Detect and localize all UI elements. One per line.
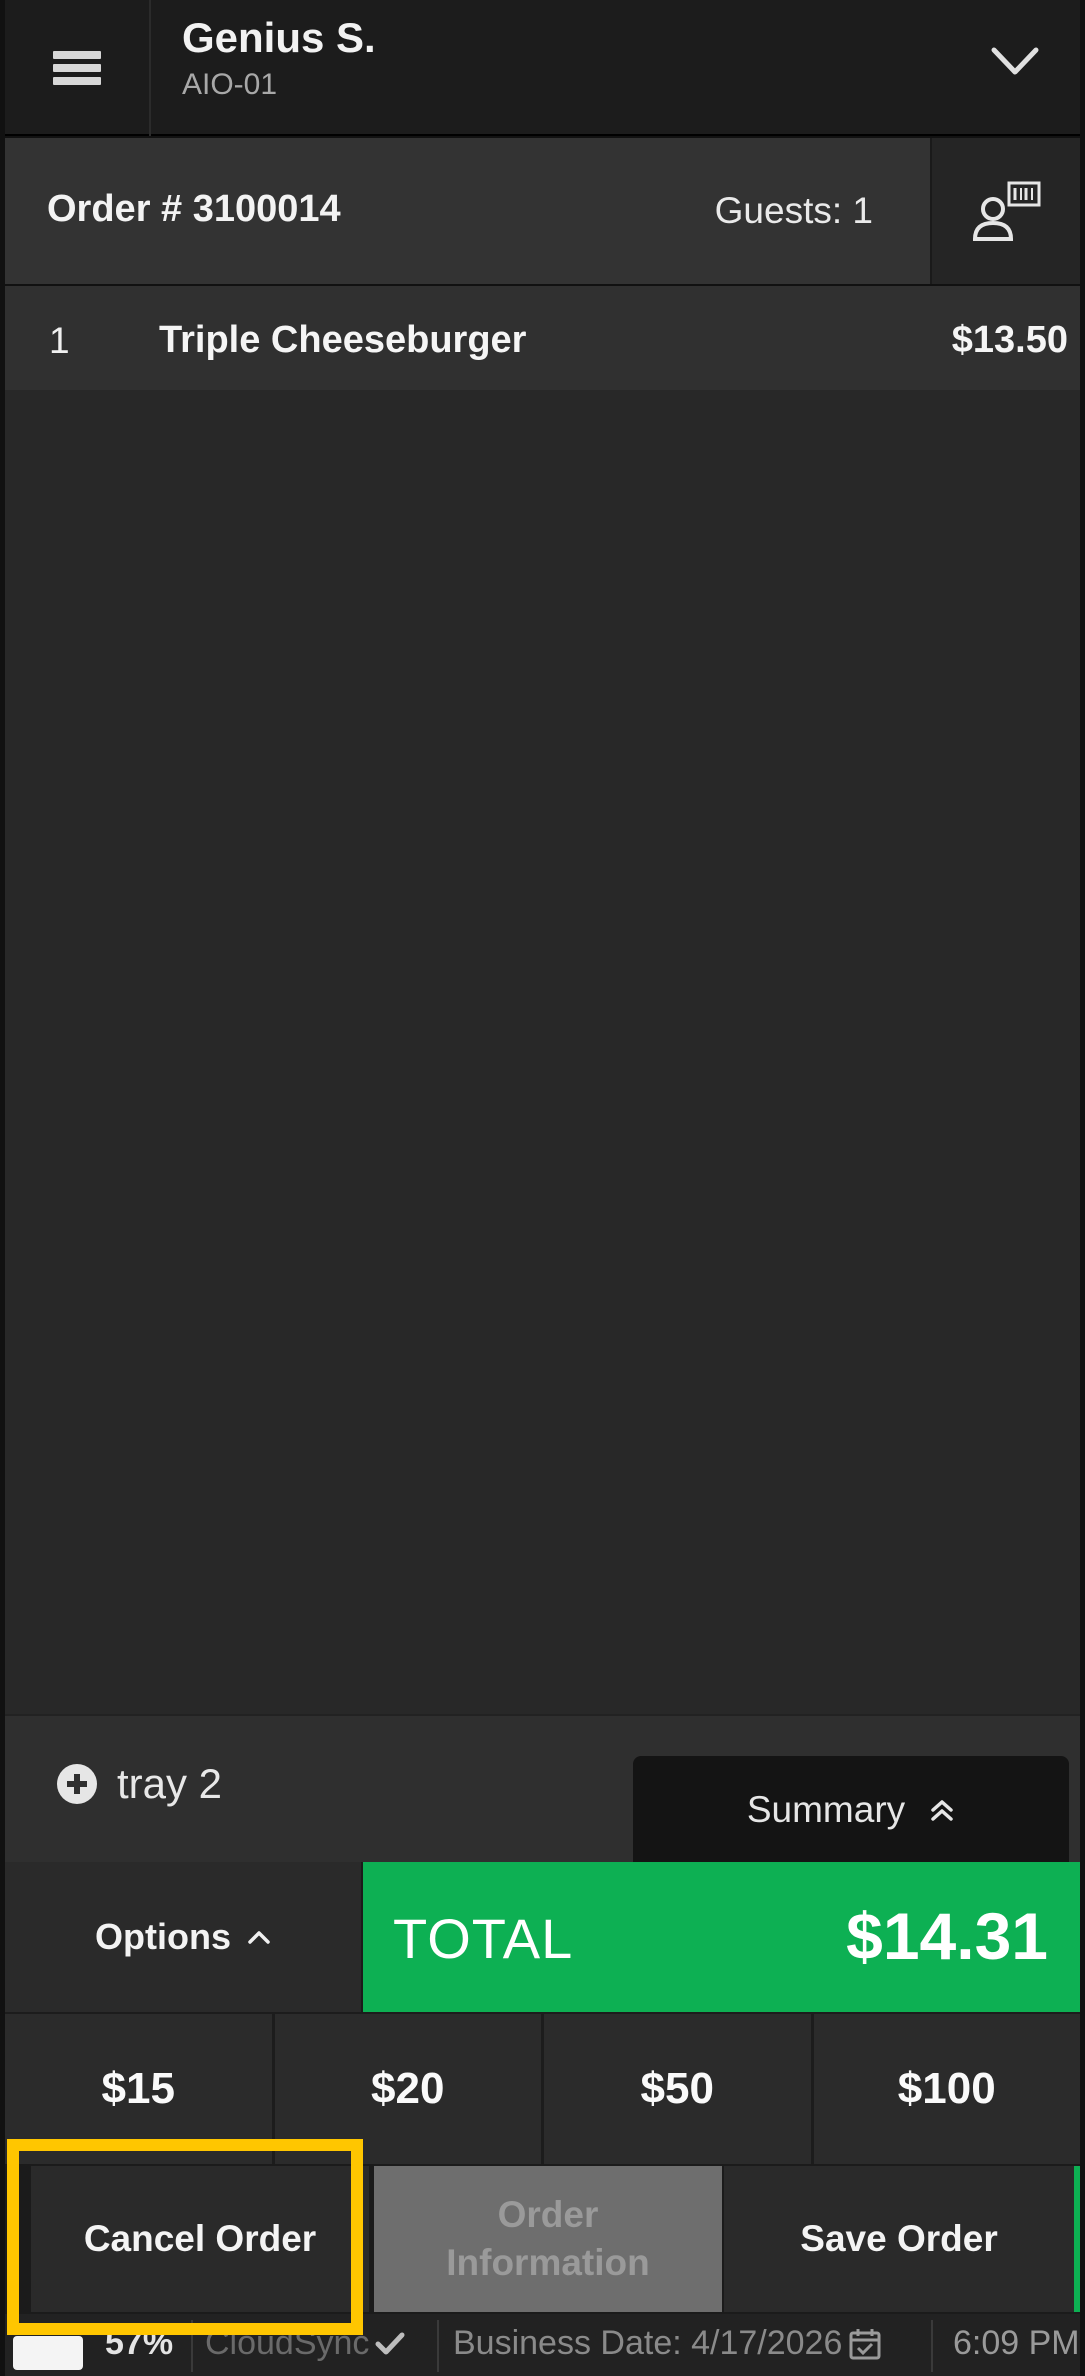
menu-button[interactable] bbox=[5, 0, 151, 136]
calendar-icon bbox=[849, 2328, 881, 2359]
quick-cash-20-button[interactable]: $20 bbox=[274, 2012, 544, 2164]
hamburger-menu-icon bbox=[53, 51, 101, 85]
app-frame: Genius S. AIO-01 Order # 3100014 Guests:… bbox=[0, 0, 1085, 2376]
total-panel: TOTAL $14.31 bbox=[363, 1862, 1080, 2012]
add-circle-icon bbox=[57, 1764, 97, 1804]
guests-count[interactable]: Guests: 1 bbox=[715, 190, 873, 232]
chevron-down-icon[interactable] bbox=[990, 42, 1040, 82]
item-quantity: 1 bbox=[49, 320, 70, 361]
user-name: Genius S. bbox=[182, 14, 376, 61]
order-items-list: 1 Triple Cheeseburger $13.50 bbox=[5, 286, 1080, 1714]
item-name: Triple Cheeseburger bbox=[159, 319, 527, 361]
add-tray-button[interactable]: tray 2 bbox=[57, 1760, 222, 1808]
cancel-order-button[interactable]: Cancel Order bbox=[31, 2166, 369, 2312]
status-divider bbox=[437, 2320, 439, 2372]
order-header: Order # 3100014 Guests: 1 bbox=[5, 138, 1080, 284]
guest-scan-button[interactable] bbox=[930, 138, 1080, 284]
order-information-line2: Information bbox=[446, 2242, 650, 2283]
summary-label: Summary bbox=[746, 1789, 906, 1830]
item-price: $13.50 bbox=[951, 319, 1068, 361]
options-button[interactable]: Options bbox=[5, 1862, 363, 2012]
clock: 6:09 PM bbox=[953, 2324, 1080, 2362]
total-value: $14.31 bbox=[846, 1899, 1048, 1973]
quick-cash-50-button[interactable]: $50 bbox=[544, 2012, 814, 2164]
total-label: TOTAL bbox=[393, 1907, 574, 1970]
tray-bar: tray 2 Summary bbox=[5, 1714, 1080, 1864]
check-icon bbox=[375, 2332, 405, 2354]
order-number: Order # 3100014 bbox=[47, 188, 341, 230]
summary-tab[interactable]: Summary bbox=[633, 1756, 1069, 1864]
business-date: Business Date: 4/17/2026 bbox=[453, 2324, 882, 2363]
double-chevron-up-icon bbox=[931, 1800, 953, 1821]
quick-cash-row: $15 $20 $50 $100 bbox=[5, 2012, 1080, 2164]
quick-cash-15-button[interactable]: $15 bbox=[5, 2012, 275, 2164]
order-item-row[interactable]: 1 Triple Cheeseburger $13.50 bbox=[5, 286, 1080, 390]
order-information-button[interactable]: Order Information bbox=[374, 2166, 722, 2312]
device-id: AIO-01 bbox=[182, 68, 278, 101]
status-divider bbox=[931, 2320, 933, 2372]
app-header: Genius S. AIO-01 bbox=[5, 0, 1080, 136]
guest-scan-icon bbox=[972, 181, 1041, 241]
cloudsync-status: CloudSync bbox=[205, 2324, 405, 2363]
options-label: Options bbox=[95, 1916, 231, 1957]
battery-percent: 57% bbox=[105, 2324, 174, 2362]
save-order-button[interactable]: Save Order bbox=[724, 2166, 1080, 2312]
business-date-label: Business Date: 4/17/2026 bbox=[453, 2324, 843, 2362]
quick-cash-100-button[interactable]: $100 bbox=[813, 2012, 1080, 2164]
battery-icon bbox=[13, 2336, 83, 2370]
cloudsync-label: CloudSync bbox=[205, 2324, 370, 2362]
action-row: Cancel Order Order Information Save Orde… bbox=[5, 2164, 1080, 2314]
status-bar: 57% CloudSync Business Date: 4/17/2026 6… bbox=[5, 2314, 1080, 2376]
chevron-up-icon bbox=[248, 1931, 270, 1944]
order-information-line1: Order bbox=[497, 2194, 599, 2235]
status-divider bbox=[191, 2320, 193, 2372]
tray-label: tray 2 bbox=[117, 1760, 223, 1807]
